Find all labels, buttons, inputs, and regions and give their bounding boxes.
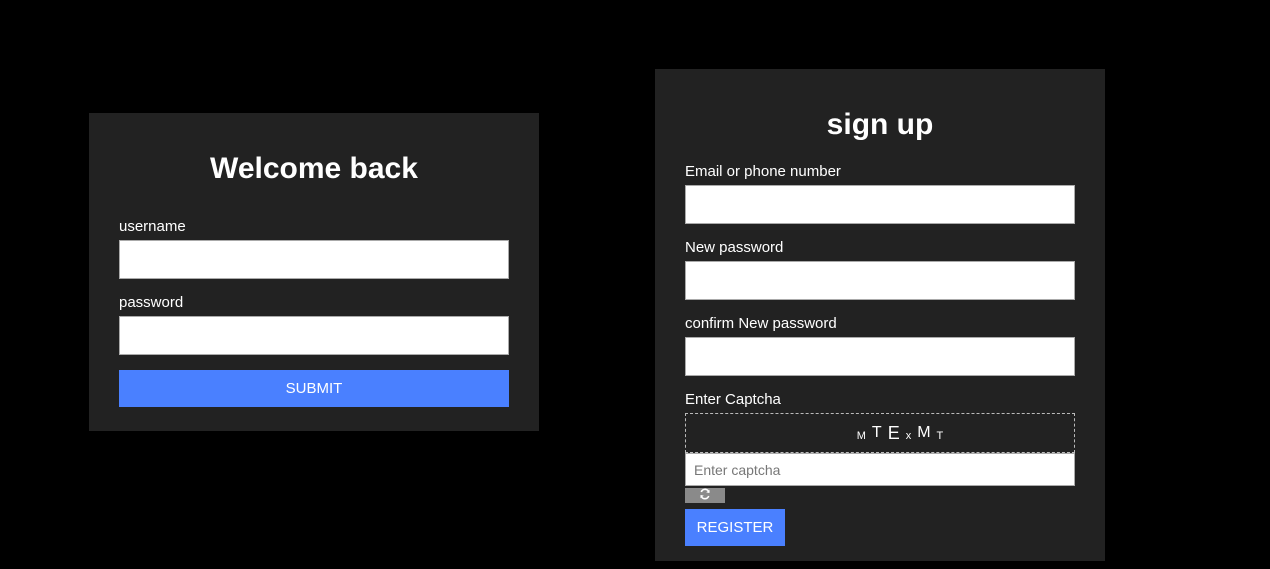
captcha-char: M bbox=[856, 430, 866, 442]
refresh-captcha-button[interactable] bbox=[685, 488, 725, 503]
password-input[interactable] bbox=[119, 316, 509, 355]
captcha-char: x bbox=[905, 430, 912, 442]
username-input[interactable] bbox=[119, 240, 509, 279]
email-input[interactable] bbox=[685, 185, 1075, 224]
captcha-label: Enter Captcha bbox=[685, 391, 781, 408]
new-password-input[interactable] bbox=[685, 261, 1075, 300]
confirm-password-input[interactable] bbox=[685, 337, 1075, 376]
login-panel: Welcome back username password SUBMIT bbox=[89, 113, 539, 431]
new-password-label: New password bbox=[685, 239, 784, 256]
login-title: Welcome back bbox=[210, 152, 418, 185]
register-button[interactable]: REGISTER bbox=[685, 509, 785, 546]
captcha-display: M T E x M T bbox=[685, 413, 1075, 453]
captcha-char: E bbox=[887, 422, 900, 443]
signup-panel: sign up Email or phone number New passwo… bbox=[655, 69, 1105, 561]
submit-button[interactable]: SUBMIT bbox=[119, 370, 509, 407]
captcha-char: T bbox=[936, 430, 944, 442]
username-label: username bbox=[119, 218, 186, 235]
email-label: Email or phone number bbox=[685, 163, 841, 180]
captcha-input[interactable] bbox=[685, 453, 1075, 486]
confirm-password-label: confirm New password bbox=[685, 315, 837, 332]
password-label: password bbox=[119, 294, 184, 311]
captcha-char: M bbox=[917, 424, 931, 441]
refresh-icon bbox=[699, 488, 711, 503]
signup-title: sign up bbox=[826, 108, 934, 141]
captcha-char: T bbox=[871, 424, 882, 441]
